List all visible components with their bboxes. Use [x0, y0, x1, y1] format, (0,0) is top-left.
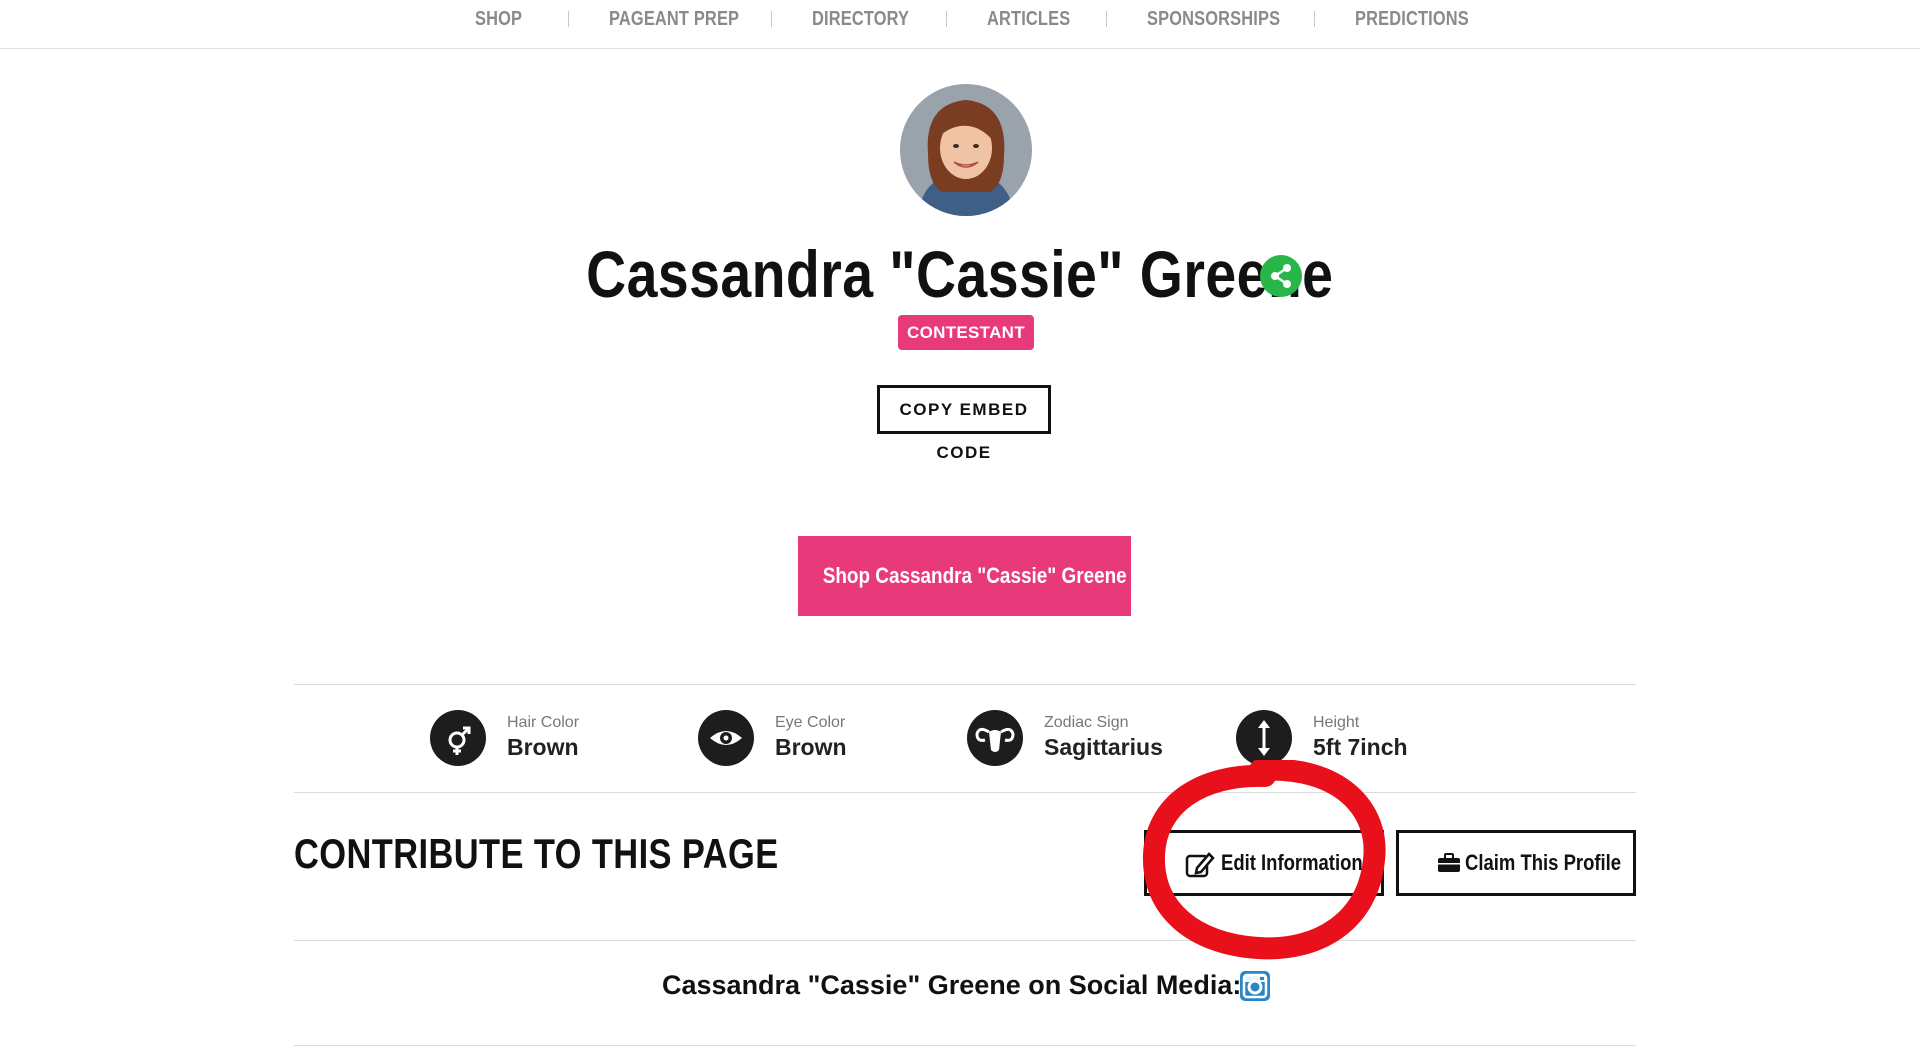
shop-profile-button-label: Shop Cassandra "Cassie" Greene [822, 563, 1127, 588]
social-media-label: Cassandra "Cassie" Greene on Social Medi… [662, 970, 1242, 1000]
claim-profile-label: Claim This Profile [1465, 850, 1622, 875]
top-navigation: SHOP PAGEANT PREP DIRECTORY ARTICLES SPO… [0, 0, 1920, 49]
attribute-value: 5ft 7inch [1313, 734, 1408, 760]
share-button[interactable] [1260, 255, 1302, 297]
height-arrows-icon [1236, 710, 1292, 766]
profile-name: Cassandra "Cassie" Greene [586, 237, 1334, 311]
nav-separator [1106, 11, 1107, 27]
nav-separator [771, 11, 772, 27]
claim-profile-button[interactable]: Claim This Profile [1396, 830, 1636, 896]
divider [294, 792, 1636, 793]
attribute-value: Brown [507, 734, 579, 760]
instagram-icon[interactable] [1239, 970, 1271, 1002]
edit-icon [1185, 852, 1215, 878]
edit-information-button[interactable]: Edit Information [1144, 830, 1384, 896]
divider [294, 940, 1636, 941]
divider [294, 1045, 1636, 1046]
nav-item-pageant-prep[interactable]: PAGEANT PREP [609, 8, 739, 31]
nav-item-sponsorships[interactable]: SPONSORSHIPS [1147, 8, 1280, 31]
share-icon [1271, 264, 1291, 288]
nav-separator [946, 11, 947, 27]
role-badge: CONTESTANT [898, 315, 1034, 350]
gender-icon [430, 710, 486, 766]
attribute-value: Brown [775, 734, 847, 760]
eye-icon [698, 710, 754, 766]
attribute-label: Zodiac Sign [1044, 714, 1129, 731]
profile-avatar [900, 84, 1032, 216]
shop-profile-button[interactable]: Shop Cassandra "Cassie" Greene [798, 536, 1131, 616]
attribute-label: Height [1313, 714, 1360, 731]
nav-item-predictions[interactable]: PREDICTIONS [1355, 8, 1469, 31]
copy-embed-code-button[interactable]: COPY EMBED CODE [877, 385, 1051, 462]
social-media-row: Cassandra "Cassie" Greene on Social Medi… [0, 970, 1920, 1006]
ram-icon [967, 710, 1023, 766]
attribute-value: Sagittarius [1044, 734, 1163, 760]
nav-item-directory[interactable]: DIRECTORY [812, 8, 909, 31]
nav-separator [1314, 11, 1315, 27]
profile-name-row: Cassandra "Cassie" Greene [0, 236, 1920, 316]
nav-item-shop[interactable]: SHOP [475, 8, 522, 31]
nav-item-articles[interactable]: ARTICLES [987, 8, 1070, 31]
nav-separator [568, 11, 569, 27]
divider [294, 684, 1636, 685]
attribute-label: Eye Color [775, 714, 846, 731]
edit-information-label: Edit Information [1221, 850, 1363, 875]
attribute-label: Hair Color [507, 714, 580, 731]
briefcase-icon [1438, 853, 1460, 872]
contribute-heading: CONTRIBUTE TO THIS PAGE [294, 830, 779, 877]
